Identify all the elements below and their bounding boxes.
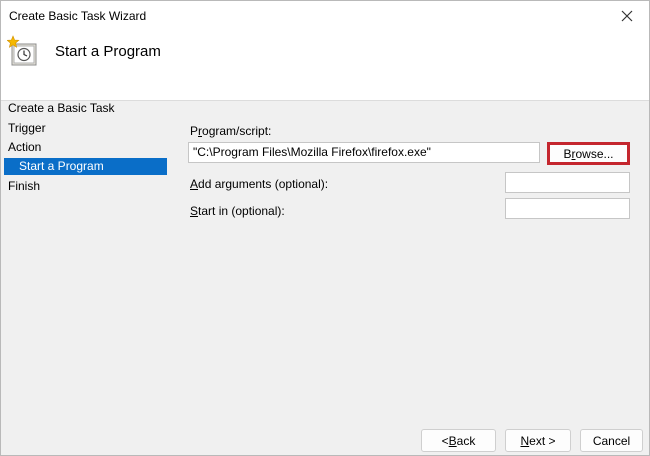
wizard-header: Start a Program <box>1 31 649 101</box>
step-finish: Finish <box>8 179 41 193</box>
close-icon <box>621 10 633 22</box>
program-script-label: Program/script: <box>190 124 272 138</box>
start-in-label: Start in (optional): <box>190 204 285 218</box>
step-trigger: Trigger <box>8 121 46 135</box>
task-wizard-window: Create Basic Task Wizard Start a Program… <box>0 0 650 456</box>
cancel-button[interactable]: Cancel <box>580 429 643 452</box>
window-title: Create Basic Task Wizard <box>9 9 147 23</box>
task-scheduler-icon <box>7 35 37 66</box>
title-bar: Create Basic Task Wizard <box>1 1 649 31</box>
next-button[interactable]: Next > <box>505 429 571 452</box>
add-arguments-input[interactable] <box>505 172 630 193</box>
start-in-input[interactable] <box>505 198 630 219</box>
program-script-input[interactable]: "C:\Program Files\Mozilla Firefox\firefo… <box>188 142 540 163</box>
browse-button[interactable]: Br owse... <box>547 142 630 165</box>
back-button[interactable]: < Back <box>421 429 496 452</box>
step-action: Action <box>8 140 42 154</box>
close-button[interactable] <box>605 1 649 31</box>
step-create-basic-task: Create a Basic Task <box>8 101 115 115</box>
step-start-program-label: Start a Program <box>19 159 104 173</box>
add-arguments-label: Add arguments (optional): <box>190 177 329 191</box>
step-start-program-selected: Start a Program <box>4 158 167 175</box>
page-title: Start a Program <box>55 43 161 60</box>
